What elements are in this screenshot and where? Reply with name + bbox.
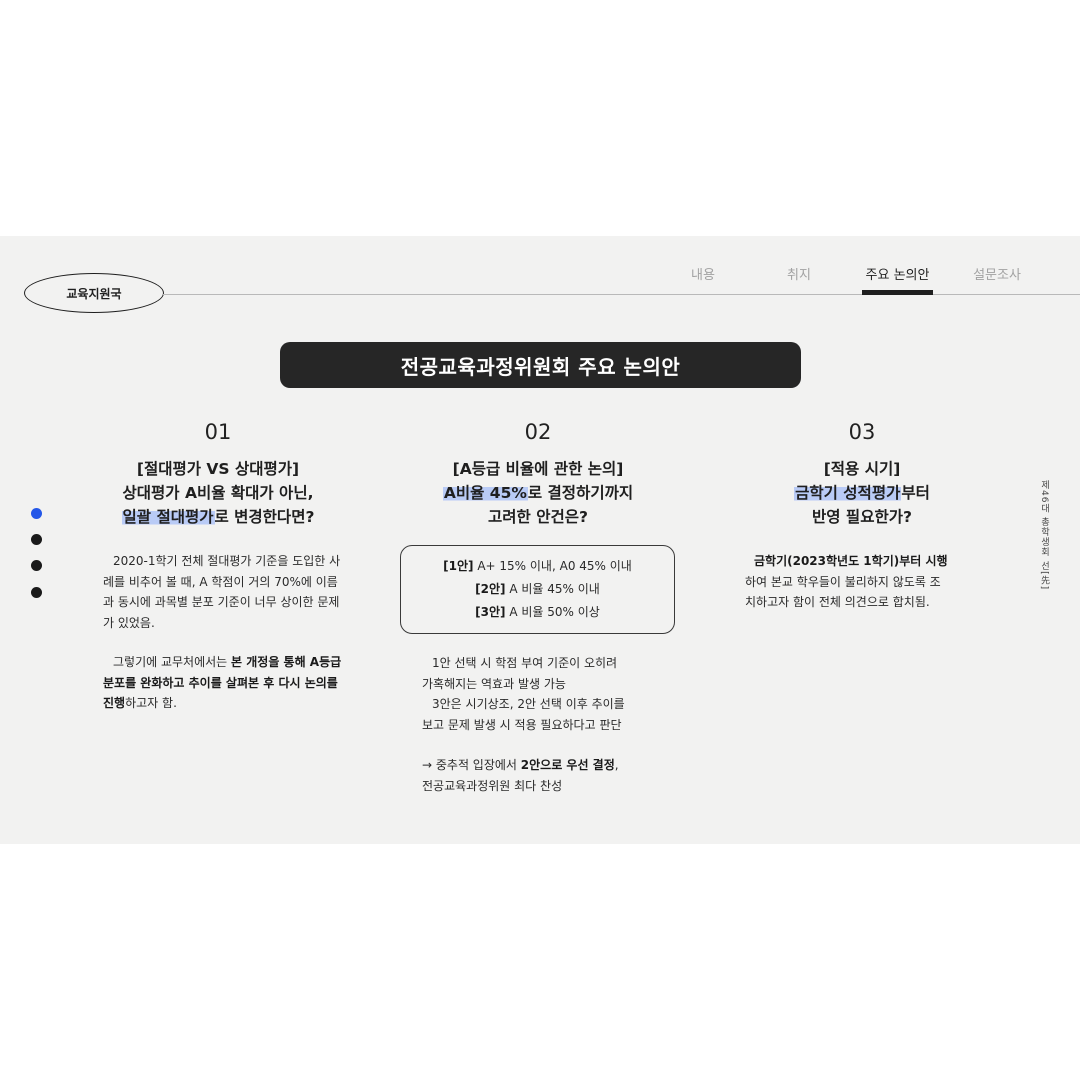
column-1-heading: [절대평가 VS 상대평가] 상대평가 A비율 확대가 아닌, 일괄 절대평가로… bbox=[58, 457, 378, 529]
options-box: [1안] A+ 15% 이내, A0 45% 이내 [2안] A 비율 45% … bbox=[400, 545, 675, 634]
option-3: [3안] A 비율 50% 이상 bbox=[475, 601, 600, 624]
column-2-paragraph-1: 1안 선택 시 학점 부여 기준이 오히려 가혹해지는 역효과 발생 가능 3안… bbox=[422, 653, 672, 735]
column-2-paragraph-2: → 중추적 입장에서 2안으로 우선 결정, 전공교육과정위원 최다 찬성 bbox=[422, 755, 672, 796]
pagination-dot[interactable] bbox=[31, 587, 42, 598]
column-2-p2-post: , bbox=[614, 758, 619, 772]
column-3-heading-rest: 부터 bbox=[901, 484, 930, 502]
column-3-heading: [적용 시기] 금학기 성적평가부터 반영 필요한가? bbox=[702, 457, 1022, 529]
column-2-p2-bold: 2안으로 우선 결정 bbox=[520, 758, 615, 772]
column-2-p1-line2: 가혹해지는 역효과 발생 가능 bbox=[422, 676, 566, 691]
option-1: [1안] A+ 15% 이내, A0 45% 이내 bbox=[443, 555, 632, 578]
column-2-p1-line3: 3안은 시기상조, 2안 선택 이후 추이를 bbox=[432, 697, 625, 711]
option-2: [2안] A 비율 45% 이내 bbox=[475, 578, 600, 601]
column-3-heading-line3: 반영 필요한가? bbox=[812, 508, 912, 526]
column-3-p1-line3: 치하고자 함이 전체 의견으로 합치됨. bbox=[745, 595, 930, 609]
org-badge: 교육지원국 bbox=[24, 273, 164, 313]
column-1-heading-line2: 상대평가 A비율 확대가 아닌, bbox=[122, 484, 314, 502]
column-1-heading-highlight: 일괄 절대평가 bbox=[121, 508, 215, 526]
column-1-p2-pre: 그렇기에 교무처에서는 bbox=[113, 655, 232, 669]
tab-purpose[interactable]: 취지 bbox=[778, 264, 820, 283]
active-tab-indicator bbox=[862, 290, 933, 295]
pagination-dot-active[interactable] bbox=[31, 508, 42, 519]
header-divider bbox=[163, 294, 1080, 295]
column-2-heading: [A등급 비율에 관한 논의] A비율 45%로 결정하기까지 고려한 안건은? bbox=[378, 457, 698, 529]
column-2-p1-line4: 보고 문제 발생 시 적용 필요하다고 판단 bbox=[422, 717, 622, 732]
option-2-text: A 비율 45% 이내 bbox=[505, 582, 600, 596]
column-2-heading-rest: 로 결정하기까지 bbox=[527, 484, 634, 502]
column-3-heading-line2: 금학기 성적평가부터 bbox=[702, 481, 1022, 505]
tab-main-discussion[interactable]: 주요 논의안 bbox=[862, 264, 933, 283]
column-3-heading-line1: [적용 시기] bbox=[823, 460, 901, 478]
option-1-text: A+ 15% 이내, A0 45% 이내 bbox=[473, 559, 632, 573]
tab-content[interactable]: 내용 bbox=[680, 264, 726, 283]
column-2-heading-line2: A비율 45%로 결정하기까지 bbox=[378, 481, 698, 505]
option-2-tag: [2안] bbox=[475, 582, 506, 596]
pagination-dot[interactable] bbox=[31, 560, 42, 571]
column-2-p2-line1: → 중추적 입장에서 2안으로 우선 결정, bbox=[422, 755, 672, 776]
column-1-paragraph-2: 그렇기에 교무처에서는 본 개정을 통해 A등급 분포를 완화하고 추이를 살펴… bbox=[103, 652, 343, 714]
pagination-dot[interactable] bbox=[31, 534, 42, 545]
column-1-heading-line1: [절대평가 VS 상대평가] bbox=[136, 460, 300, 478]
column-3-paragraph-1: 금학기(2023학년도 1학기)부터 시행 하여 본교 학우들이 불리하지 않도… bbox=[745, 551, 981, 613]
option-3-text: A 비율 50% 이상 bbox=[505, 605, 600, 619]
column-1-p2-post: 하고자 함. bbox=[125, 696, 177, 710]
column-number-01: 01 bbox=[204, 420, 232, 444]
column-2-p2-pre: → 중추적 입장에서 bbox=[422, 758, 521, 772]
side-caption: 제46대 총학생회 선[先] bbox=[1039, 480, 1049, 591]
column-3-p1-line2: 하여 본교 학우들이 불리하지 않도록 조 bbox=[745, 574, 941, 589]
column-2-p1-line1: 1안 선택 시 학점 부여 기준이 오히려 bbox=[432, 656, 618, 670]
column-number-03: 03 bbox=[848, 420, 876, 444]
column-2-heading-line1: [A등급 비율에 관한 논의] bbox=[452, 460, 624, 478]
option-1-tag: [1안] bbox=[443, 559, 474, 573]
column-number-02: 02 bbox=[524, 420, 552, 444]
option-3-tag: [3안] bbox=[475, 605, 506, 619]
column-1-heading-line3: 일괄 절대평가로 변경한다면? bbox=[58, 505, 378, 529]
column-3-heading-highlight: 금학기 성적평가 bbox=[794, 484, 902, 502]
section-title-banner: 전공교육과정위원회 주요 논의안 bbox=[280, 342, 801, 388]
tab-survey[interactable]: 설문조사 bbox=[966, 264, 1028, 283]
column-1-heading-rest: 로 변경한다면? bbox=[214, 508, 315, 526]
slide-background bbox=[0, 236, 1080, 844]
column-3-p1-bold: 금학기(2023학년도 1학기)부터 시행 bbox=[754, 554, 948, 568]
column-2-p2-line2: 전공교육과정위원 최다 찬성 bbox=[422, 778, 563, 793]
column-2-heading-highlight: A비율 45% bbox=[442, 484, 528, 502]
column-1-paragraph-1: 2020-1학기 전체 절대평가 기준을 도입한 사례를 비추어 볼 때, A … bbox=[103, 554, 341, 630]
column-2-heading-line3: 고려한 안건은? bbox=[488, 508, 588, 526]
column-3-p1-line1: 금학기(2023학년도 1학기)부터 시행 bbox=[745, 551, 981, 572]
